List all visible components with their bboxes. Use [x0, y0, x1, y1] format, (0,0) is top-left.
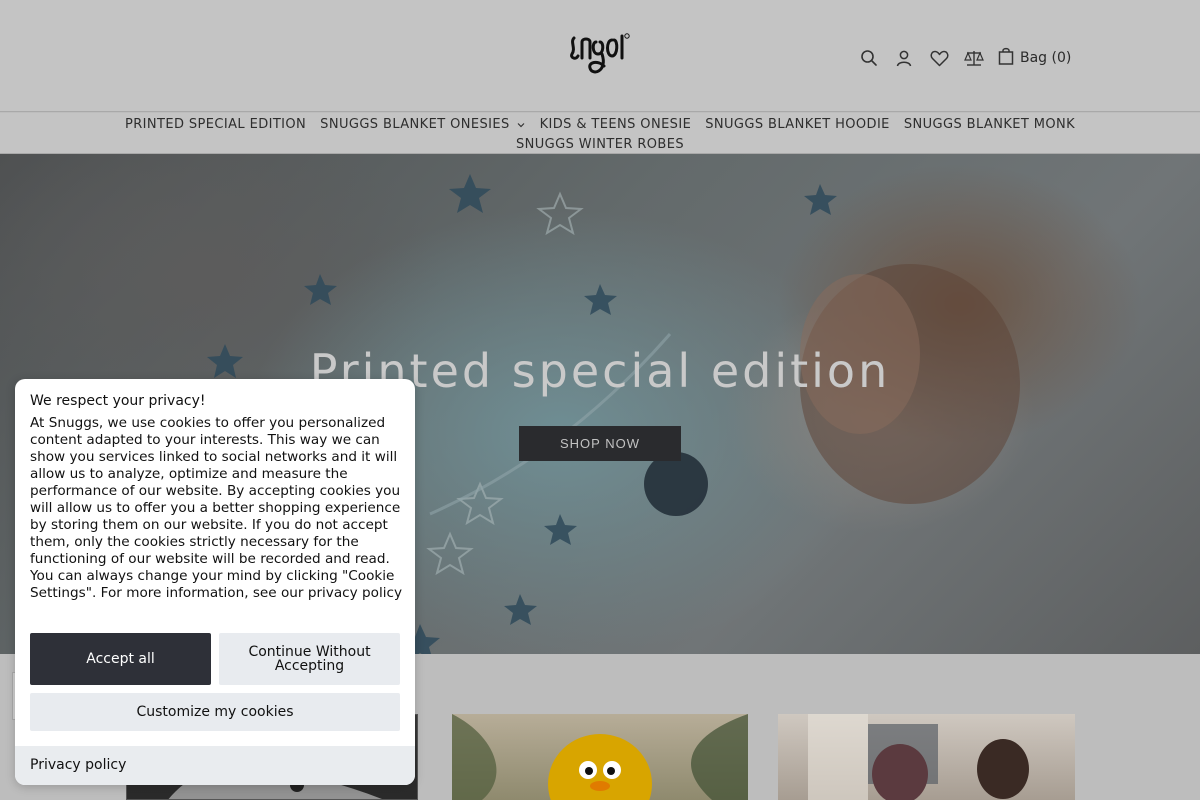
main-navigation: PRINTED SPECIAL EDITION SNUGGS BLANKET O…: [0, 113, 1200, 154]
search-icon[interactable]: [858, 47, 880, 69]
product-tile[interactable]: [778, 714, 1075, 800]
snuggs-logo[interactable]: [568, 32, 632, 78]
cookie-consent-dialog: We respect your privacy! At Snuggs, we u…: [15, 379, 415, 785]
nav-item-label: SNUGGS WINTER ROBES: [515, 137, 684, 152]
nav-item-label: PRINTED SPECIAL EDITION: [124, 117, 307, 132]
continue-without-accepting-button[interactable]: Continue Without Accepting: [219, 633, 400, 685]
nav-item-label: SNUGGS BLANKET ONESIES: [320, 117, 510, 132]
bag-label: Bag (0): [1020, 50, 1072, 66]
accept-all-button[interactable]: Accept all: [30, 633, 211, 685]
shop-now-button[interactable]: SHOP NOW: [519, 426, 681, 461]
nav-item-label: SNUGGS BLANKET HOODIE: [705, 117, 890, 132]
nav-item-snuggs-winter-robes[interactable]: SNUGGS WINTER ROBES: [516, 137, 684, 152]
logo-mark: [570, 33, 630, 74]
customize-cookies-button[interactable]: Customize my cookies: [30, 693, 400, 731]
nav-item-snuggs-blanket-onesies[interactable]: SNUGGS BLANKET ONESIES: [320, 117, 525, 132]
nav-row: PRINTED SPECIAL EDITION SNUGGS BLANKET O…: [0, 117, 1200, 132]
cookie-description: At Snuggs, we use cookies to offer you p…: [30, 415, 403, 601]
product-image: [808, 714, 1029, 800]
nav-item-label: SNUGGS BLANKET MONK: [903, 117, 1076, 132]
shopping-bag-icon: [998, 47, 1014, 69]
product-image: [452, 714, 748, 800]
bag-button[interactable]: Bag (0): [998, 47, 1071, 69]
cookie-title: We respect your privacy!: [30, 393, 206, 409]
site-header: Bag (0): [0, 0, 1200, 112]
nav-item-printed-special-edition[interactable]: PRINTED SPECIAL EDITION: [125, 117, 306, 132]
nav-item-snuggs-blanket-monk[interactable]: SNUGGS BLANKET MONK: [904, 117, 1075, 132]
compare-scale-icon[interactable]: [963, 47, 985, 69]
nav-item-kids-teens-onesie[interactable]: KIDS & TEENS ONESIE: [540, 117, 692, 132]
product-tile[interactable]: [452, 714, 748, 800]
heart-icon[interactable]: [928, 47, 950, 69]
header-icons: Bag (0): [858, 44, 1071, 72]
nav-row: SNUGGS WINTER ROBES: [0, 137, 1200, 152]
nav-item-label: KIDS & TEENS ONESIE: [539, 117, 692, 132]
cookie-footer: Privacy policy: [15, 746, 415, 785]
chevron-down-icon: [517, 122, 525, 127]
privacy-policy-link[interactable]: Privacy policy: [30, 757, 126, 773]
nav-item-snuggs-blanket-hoodie[interactable]: SNUGGS BLANKET HOODIE: [705, 117, 890, 132]
user-icon[interactable]: [893, 47, 915, 69]
